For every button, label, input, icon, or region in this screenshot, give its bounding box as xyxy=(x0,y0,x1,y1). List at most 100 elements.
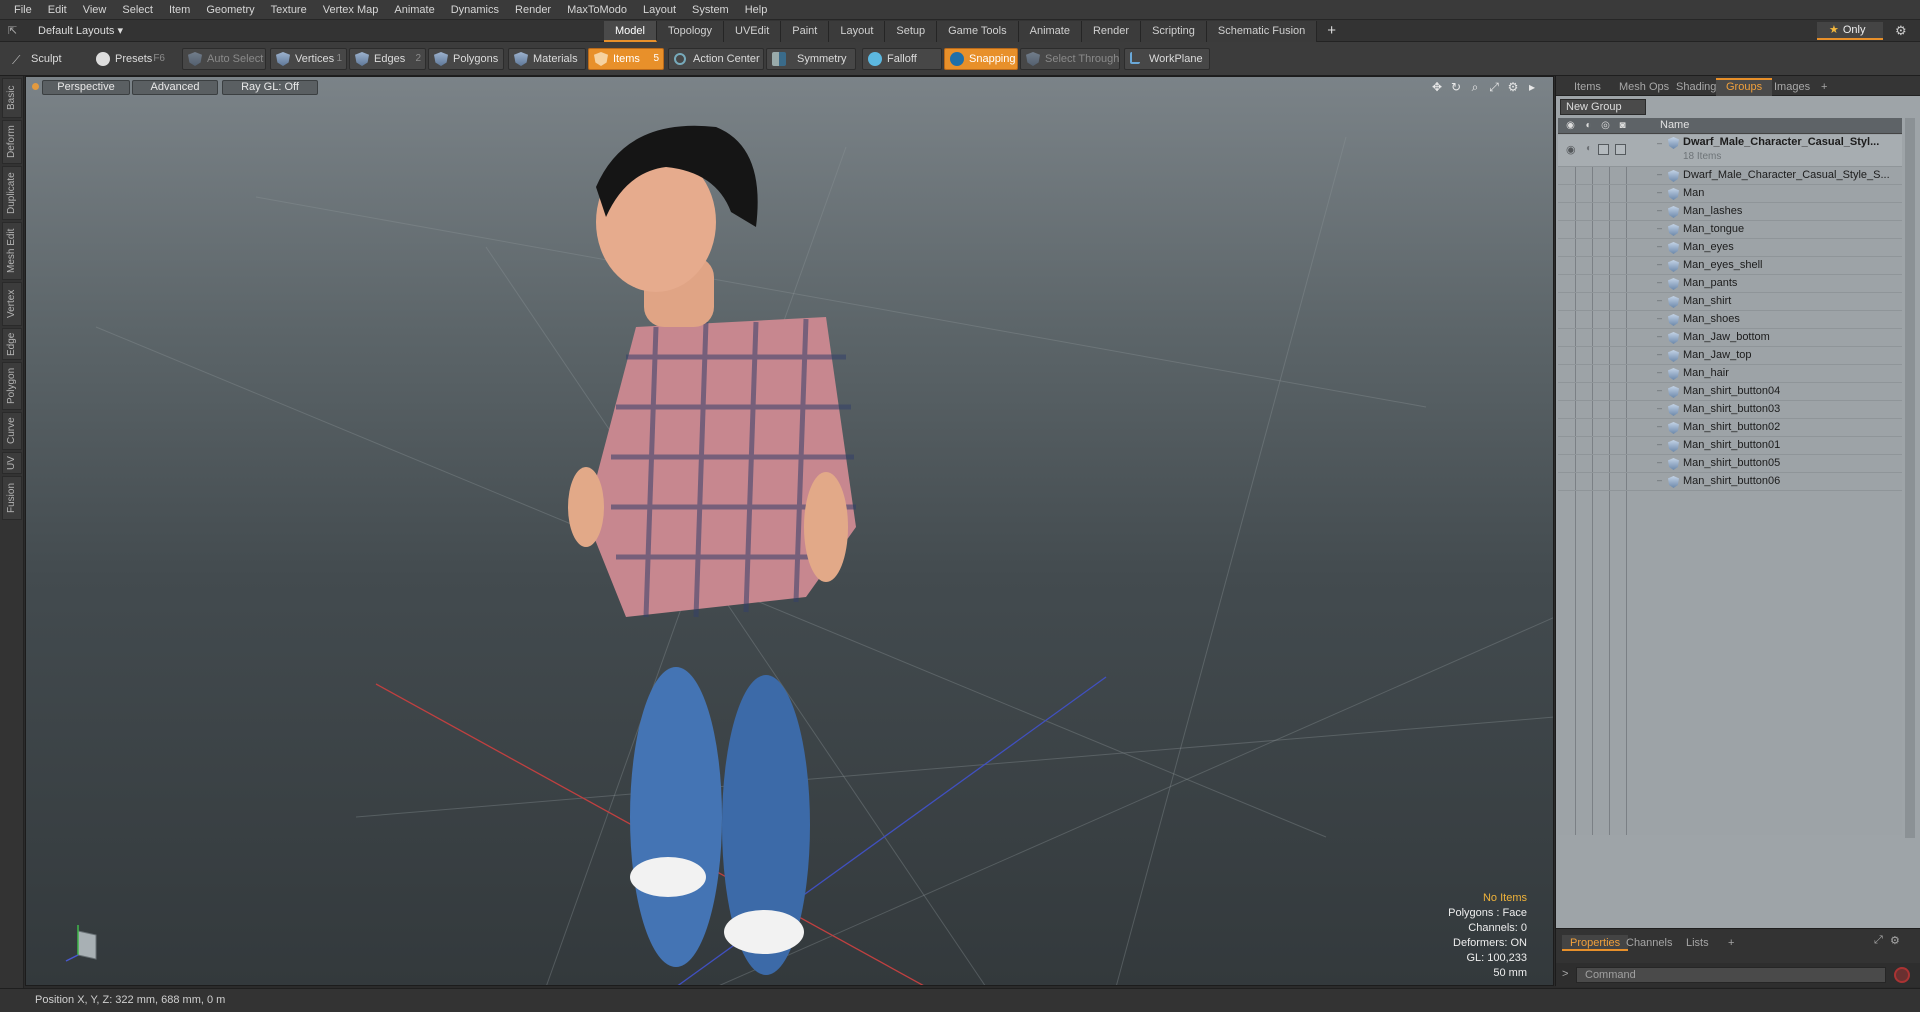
menu-dynamics[interactable]: Dynamics xyxy=(443,0,507,20)
list-item[interactable]: – Man_shirt_button04 xyxy=(1558,383,1902,401)
presets-button[interactable]: Presets F6 xyxy=(90,48,170,70)
list-item[interactable]: – Man_shoes xyxy=(1558,311,1902,329)
list-item[interactable]: – Man_shirt_button05 xyxy=(1558,455,1902,473)
only-toggle[interactable]: ★ Only xyxy=(1817,22,1883,40)
left-tab-duplicate[interactable]: Duplicate xyxy=(2,166,22,220)
left-tab-basic[interactable]: Basic xyxy=(2,78,22,118)
menu-vertex-map[interactable]: Vertex Map xyxy=(315,0,387,20)
vertices-button[interactable]: Vertices 1 xyxy=(270,48,347,70)
properties-gear-icon[interactable]: ⚙ xyxy=(1890,934,1900,947)
select-through-button[interactable]: Select Through xyxy=(1020,48,1120,70)
falloff-button[interactable]: Falloff xyxy=(862,48,942,70)
list-item[interactable]: – Man_shirt_button03 xyxy=(1558,401,1902,419)
list-item[interactable]: – Man_shirt_button06 xyxy=(1558,473,1902,491)
tab-model[interactable]: Model xyxy=(604,21,657,42)
viewport-menu-dot[interactable] xyxy=(32,83,39,90)
viewport-gear-icon[interactable]: ⚙ xyxy=(1506,80,1520,94)
list-item[interactable]: – Man_lashes xyxy=(1558,203,1902,221)
menu-edit[interactable]: Edit xyxy=(40,0,75,20)
tab-game-tools[interactable]: Game Tools xyxy=(937,21,1019,42)
character-model[interactable] xyxy=(568,125,856,975)
list-item[interactable]: – Man_hair xyxy=(1558,365,1902,383)
new-group-button[interactable]: New Group xyxy=(1560,99,1646,115)
list-item[interactable]: – Man_Jaw_bottom xyxy=(1558,329,1902,347)
record-macro-icon[interactable] xyxy=(1894,967,1910,983)
tab-animate[interactable]: Animate xyxy=(1018,21,1082,42)
list-scrollbar[interactable] xyxy=(1905,118,1915,838)
raygl-button[interactable]: Ray GL: Off xyxy=(222,80,318,95)
menu-file[interactable]: File xyxy=(6,0,40,20)
items-button[interactable]: Items 5 xyxy=(588,48,664,70)
list-item[interactable]: – Man_Jaw_top xyxy=(1558,347,1902,365)
list-item[interactable]: – Man_shirt xyxy=(1558,293,1902,311)
lock-column-icon[interactable]: ◎ xyxy=(1599,120,1612,132)
polygons-button[interactable]: Polygons xyxy=(428,48,504,70)
action-center-button[interactable]: Action Center xyxy=(668,48,764,70)
fit-icon[interactable]: ⤢ xyxy=(1487,80,1501,94)
pan-icon[interactable]: ✥ xyxy=(1430,80,1444,94)
menu-render[interactable]: Render xyxy=(507,0,559,20)
auto-select-button[interactable]: Auto Select xyxy=(182,48,266,70)
left-tab-fusion[interactable]: Fusion xyxy=(2,476,22,520)
select-checkbox[interactable] xyxy=(1615,144,1626,155)
eye-icon[interactable]: ◉ xyxy=(1566,143,1576,156)
layout-dropdown[interactable]: Default Layouts ▾ xyxy=(30,22,131,40)
list-item[interactable]: – Dwarf_Male_Character_Casual_Style_S... xyxy=(1558,167,1902,185)
menu-view[interactable]: View xyxy=(75,0,115,20)
zoom-icon[interactable]: ⌕ xyxy=(1468,80,1482,94)
menu-maxtomodo[interactable]: MaxToModo xyxy=(559,0,635,20)
left-tab-uv[interactable]: UV xyxy=(2,452,22,474)
tab-topology[interactable]: Topology xyxy=(656,21,725,42)
visibility-column-icon[interactable]: ◉ xyxy=(1564,120,1577,132)
name-column-header[interactable]: Name xyxy=(1660,119,1689,131)
left-tab-curve[interactable]: Curve xyxy=(2,412,22,450)
list-item[interactable]: – Man_tongue xyxy=(1558,221,1902,239)
3d-viewport[interactable]: Perspective Advanced Ray GL: Off ✥ ↻ ⌕ ⤢… xyxy=(25,76,1554,986)
tab-setup[interactable]: Setup xyxy=(885,21,938,42)
list-item[interactable]: – Man_eyes xyxy=(1558,239,1902,257)
tab-paint[interactable]: Paint xyxy=(781,21,830,42)
select-column-icon[interactable]: ◙ xyxy=(1616,120,1629,132)
expand-panel-icon[interactable]: ⤢ xyxy=(1874,934,1883,947)
left-tab-deform[interactable]: Deform xyxy=(2,120,22,164)
bottom-tab-lists[interactable]: Lists xyxy=(1678,935,1717,951)
sculpt-button[interactable]: ⟋ Sculpt xyxy=(6,48,68,70)
menu-system[interactable]: System xyxy=(684,0,737,20)
rotate-icon[interactable]: ↻ xyxy=(1449,80,1463,94)
menu-texture[interactable]: Texture xyxy=(263,0,315,20)
edges-button[interactable]: Edges 2 xyxy=(349,48,426,70)
left-tab-mesh-edit[interactable]: Mesh Edit xyxy=(2,222,22,280)
left-tab-polygon[interactable]: Polygon xyxy=(2,362,22,410)
add-bottom-tab-icon[interactable]: + xyxy=(1720,935,1742,951)
tab-schematic-fusion[interactable]: Schematic Fusion xyxy=(1206,21,1318,42)
panel-tab-items[interactable]: Items xyxy=(1564,78,1611,96)
menu-animate[interactable]: Animate xyxy=(386,0,442,20)
lock-checkbox[interactable] xyxy=(1598,144,1609,155)
view-type-button[interactable]: Perspective xyxy=(42,80,130,95)
tab-scripting[interactable]: Scripting xyxy=(1141,21,1207,42)
add-tab-icon[interactable]: + xyxy=(1317,21,1346,42)
symmetry-button[interactable]: Symmetry xyxy=(766,48,856,70)
menu-help[interactable]: Help xyxy=(737,0,776,20)
menu-select[interactable]: Select xyxy=(114,0,161,20)
snapping-button[interactable]: Snapping xyxy=(944,48,1018,70)
list-item[interactable]: – Man xyxy=(1558,185,1902,203)
tab-layout[interactable]: Layout xyxy=(829,21,886,42)
left-tab-vertex[interactable]: Vertex xyxy=(2,282,22,326)
gear-icon[interactable]: ⚙ xyxy=(1895,23,1907,39)
tab-uvedit[interactable]: UVEdit xyxy=(724,21,782,42)
materials-button[interactable]: Materials xyxy=(508,48,586,70)
menu-layout[interactable]: Layout xyxy=(635,0,684,20)
layout-arrow-icon[interactable]: ⇱ xyxy=(8,24,22,38)
list-item[interactable]: – Man_eyes_shell xyxy=(1558,257,1902,275)
collapse-arrow-icon[interactable]: – xyxy=(1657,138,1662,148)
menu-item[interactable]: Item xyxy=(161,0,198,20)
render-toggle-icon[interactable]: ◐ xyxy=(1586,143,1592,154)
list-item[interactable]: – Man_shirt_button01 xyxy=(1558,437,1902,455)
bottom-tab-channels[interactable]: Channels xyxy=(1618,935,1680,951)
workplane-button[interactable]: WorkPlane xyxy=(1124,48,1210,70)
left-tab-edge[interactable]: Edge xyxy=(2,328,22,360)
add-panel-tab-icon[interactable]: + xyxy=(1811,78,1837,96)
expand-arrow-icon[interactable]: ▸ xyxy=(1525,80,1539,94)
tab-render[interactable]: Render xyxy=(1081,21,1142,42)
